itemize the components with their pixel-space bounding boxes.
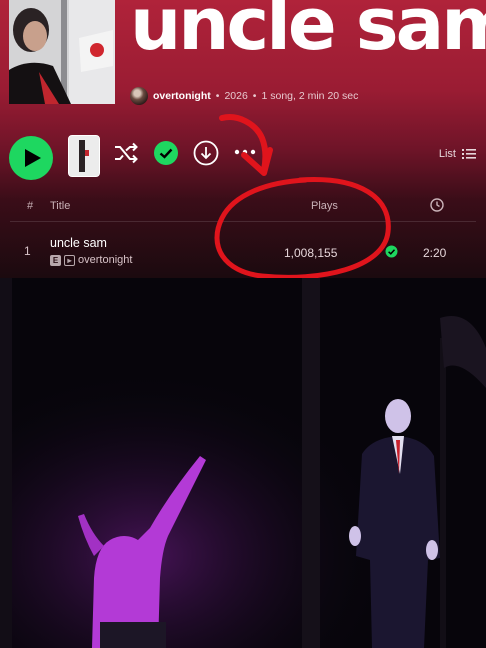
action-bar: List [0,130,486,180]
track-duration: 2:20 [423,246,447,260]
track-artist[interactable]: overtonight [78,254,132,266]
column-plays: Plays [311,200,338,212]
more-icon[interactable] [233,148,257,156]
check-circle-icon[interactable] [153,140,179,166]
album-cover[interactable] [9,0,115,104]
album-meta: overtonight • 2026 • 1 song, 2 min 20 se… [130,86,358,106]
track-number: 1 [24,244,31,258]
artist-avatar[interactable] [130,87,148,105]
album-header: uncle sam overtonight • 2026 • 1 song, 2… [0,0,486,278]
clock-icon [430,198,444,212]
play-icon [24,149,41,167]
track-row[interactable]: 1 uncle sam E ▸ overtonight 1,008,155 2:… [0,230,486,274]
list-view-toggle[interactable]: List [439,148,476,160]
shuffle-icon[interactable] [113,140,139,166]
column-number: # [27,200,34,212]
list-label: List [438,148,456,160]
album-thumbnail[interactable] [68,135,100,177]
download-icon[interactable] [193,140,219,166]
check-circle-icon[interactable] [385,245,398,258]
play-button[interactable] [9,136,53,180]
track-title[interactable]: uncle sam [50,236,107,250]
album-title: uncle sam [130,0,486,66]
explicit-badge: E [50,254,61,266]
list-icon [462,149,476,159]
column-title: Title [50,200,71,212]
meta-separator: • [252,90,257,102]
tracklist-divider [10,221,476,222]
meta-separator: • [215,90,220,102]
release-year: 2026 [224,90,248,102]
album-summary: 1 song, 2 min 20 sec [261,90,359,102]
artist-link[interactable]: overtonight [153,90,211,102]
video-still [0,278,486,648]
track-subline: E ▸ overtonight [50,254,132,266]
video-icon: ▸ [64,254,75,266]
track-plays: 1,008,155 [284,246,338,260]
tracklist-header: # Title Plays [0,196,486,218]
